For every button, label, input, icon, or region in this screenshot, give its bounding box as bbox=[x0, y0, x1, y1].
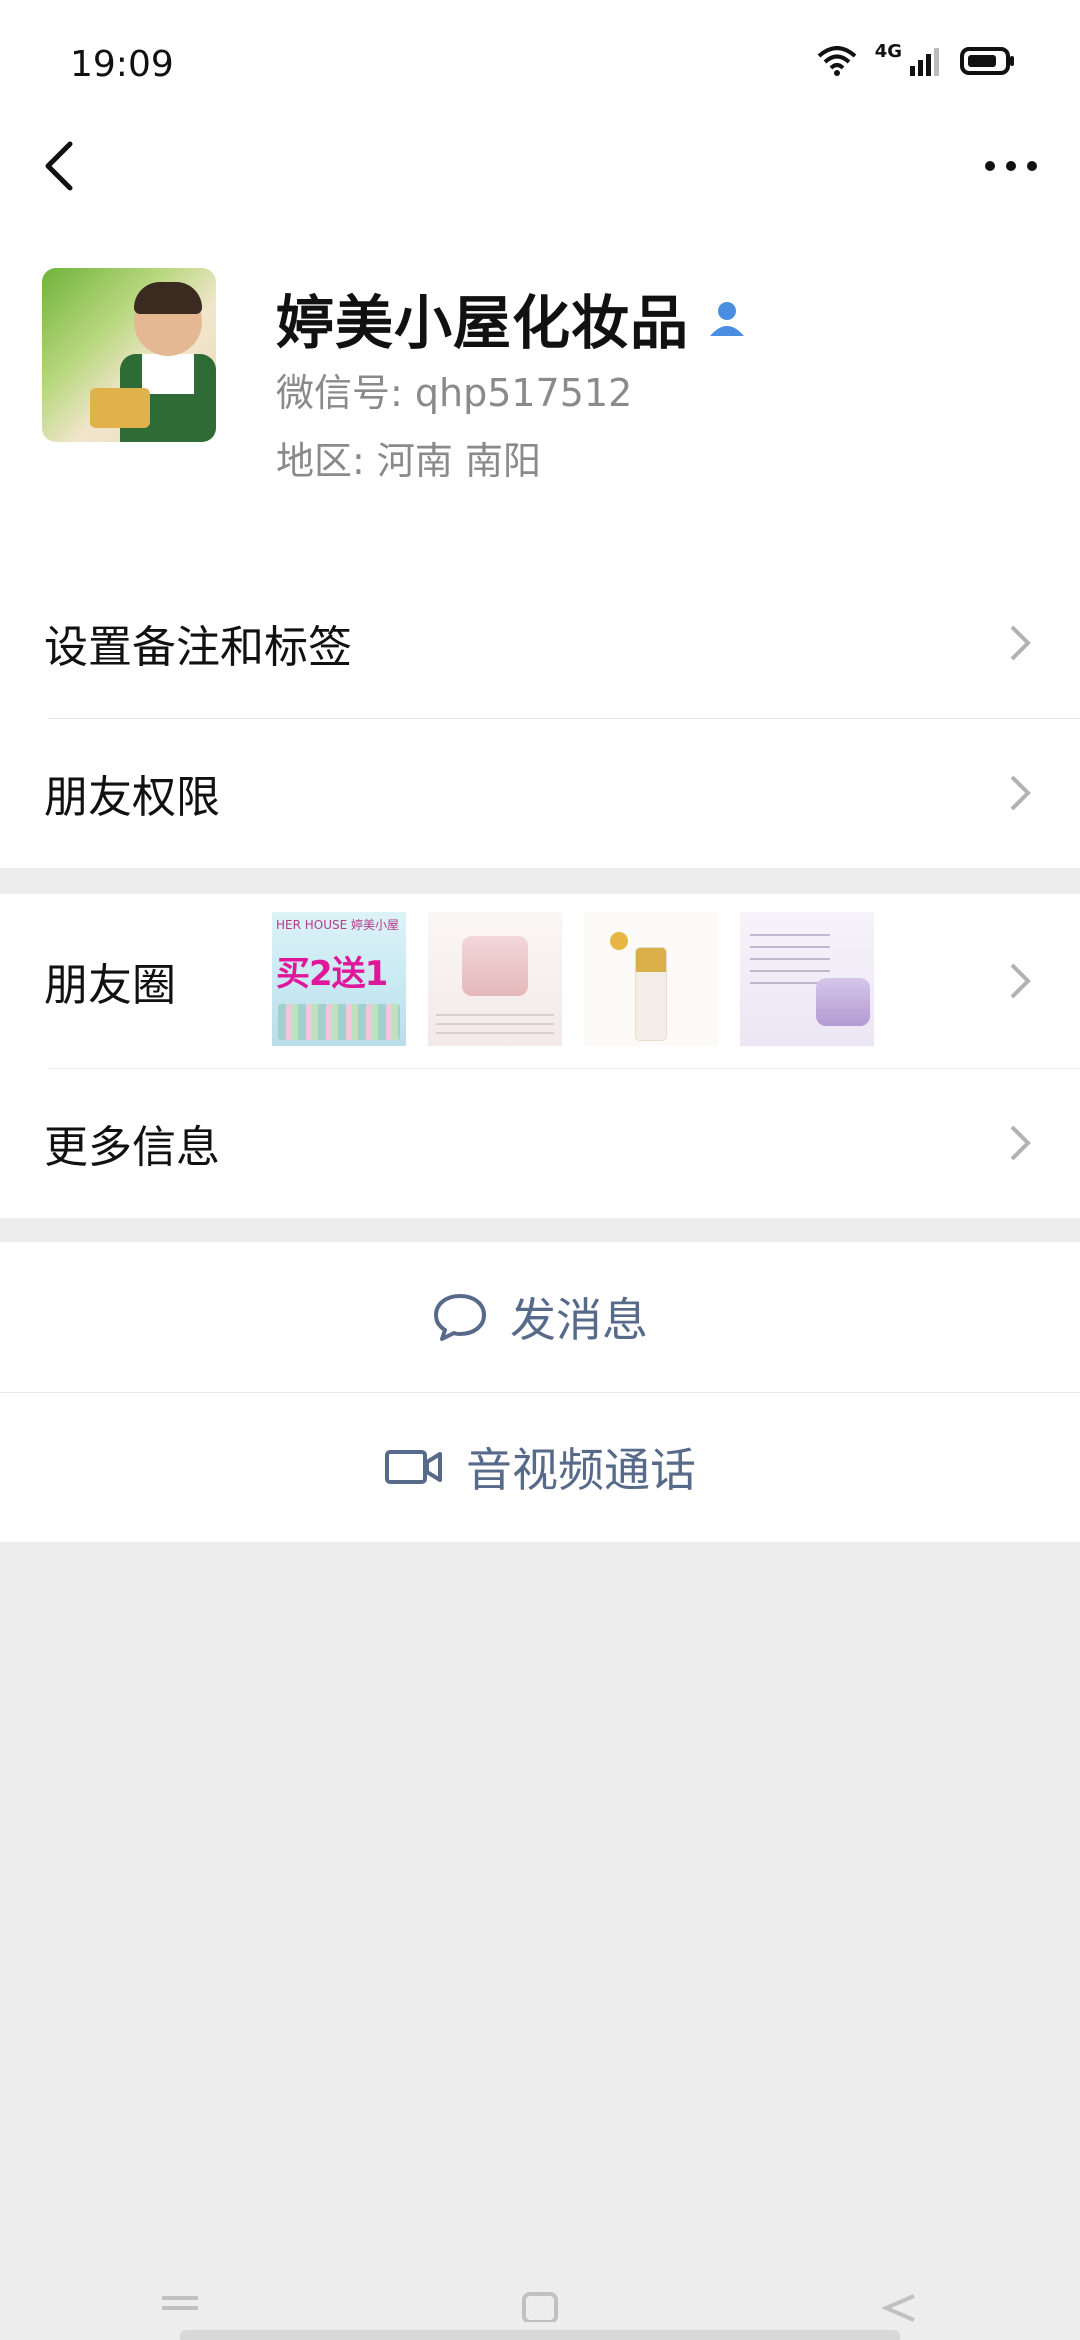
moments-thumbnails: HER HOUSE 婷美小屋 买2送1 bbox=[272, 912, 874, 1046]
person-icon bbox=[707, 284, 747, 352]
chevron-right-icon bbox=[1010, 1125, 1031, 1161]
set-remark-label: 设置备注和标签 bbox=[44, 622, 352, 673]
friend-permissions-label: 朋友权限 bbox=[44, 772, 220, 823]
moments-thumb-2[interactable] bbox=[428, 912, 562, 1046]
chevron-right-icon bbox=[1010, 625, 1031, 661]
video-camera-icon bbox=[385, 1450, 442, 1484]
back-button[interactable] bbox=[34, 136, 94, 196]
status-time: 19:09 bbox=[70, 44, 174, 85]
more-info-row[interactable]: 更多信息 bbox=[0, 1068, 1080, 1218]
back-arrow-icon bbox=[45, 141, 73, 191]
chat-bubble-icon bbox=[434, 1294, 486, 1341]
network-label: 4G bbox=[874, 40, 902, 62]
more-info-label: 更多信息 bbox=[44, 1122, 220, 1173]
system-nav-bar bbox=[0, 2292, 1080, 2328]
moments-thumb-1[interactable]: HER HOUSE 婷美小屋 买2送1 bbox=[272, 912, 406, 1046]
wechat-id: 微信号: qhp517512 bbox=[276, 371, 633, 415]
moments-thumb-3[interactable] bbox=[584, 912, 718, 1046]
status-icons: 4G bbox=[817, 41, 1016, 80]
more-dots-icon bbox=[985, 161, 1037, 171]
friend-permissions-row[interactable]: 朋友权限 bbox=[0, 718, 1080, 868]
thumb-brand-text: HER HOUSE 婷美小屋 bbox=[276, 918, 400, 932]
info-group: 朋友圈 HER HOUSE 婷美小屋 买2送1 更多信息 bbox=[0, 894, 1080, 1218]
avatar[interactable] bbox=[42, 268, 216, 442]
send-message-button[interactable]: 发消息 bbox=[0, 1242, 1080, 1392]
region: 地区: 河南 南阳 bbox=[276, 439, 541, 483]
video-call-label: 音视频通话 bbox=[466, 1443, 696, 1497]
profile-header: 婷美小屋化妆品 微信号: qhp517512 地区: 河南 南阳 bbox=[0, 260, 1080, 568]
moments-label: 朋友圈 bbox=[44, 960, 176, 1011]
set-remark-row[interactable]: 设置备注和标签 bbox=[0, 568, 1080, 718]
nav-bar bbox=[0, 130, 1080, 260]
home-indicator bbox=[180, 2330, 900, 2340]
menu-icon[interactable] bbox=[160, 2292, 200, 2322]
video-call-button[interactable]: 音视频通话 bbox=[0, 1392, 1080, 1542]
moments-thumb-4[interactable] bbox=[740, 912, 874, 1046]
signal-icon bbox=[908, 46, 942, 80]
chevron-right-icon bbox=[1010, 775, 1031, 811]
actions-group: 发消息 音视频通话 bbox=[0, 1242, 1080, 1542]
wifi-icon bbox=[817, 46, 857, 80]
thumb-promo-text: 买2送1 bbox=[276, 954, 388, 994]
send-message-label: 发消息 bbox=[510, 1293, 648, 1347]
profile-name-block: 婷美小屋化妆品 bbox=[276, 276, 747, 360]
chevron-right-icon bbox=[1010, 963, 1031, 999]
profile-name: 婷美小屋化妆品 bbox=[276, 289, 690, 357]
home-icon[interactable] bbox=[520, 2292, 560, 2322]
status-bar: 19:09 4G bbox=[0, 0, 1080, 130]
moments-row[interactable]: 朋友圈 HER HOUSE 婷美小屋 买2送1 bbox=[0, 894, 1080, 1068]
more-button[interactable] bbox=[976, 136, 1046, 196]
settings-group: 设置备注和标签 朋友权限 bbox=[0, 568, 1080, 868]
battery-icon bbox=[960, 46, 1016, 80]
back-triangle-icon[interactable] bbox=[880, 2292, 920, 2322]
